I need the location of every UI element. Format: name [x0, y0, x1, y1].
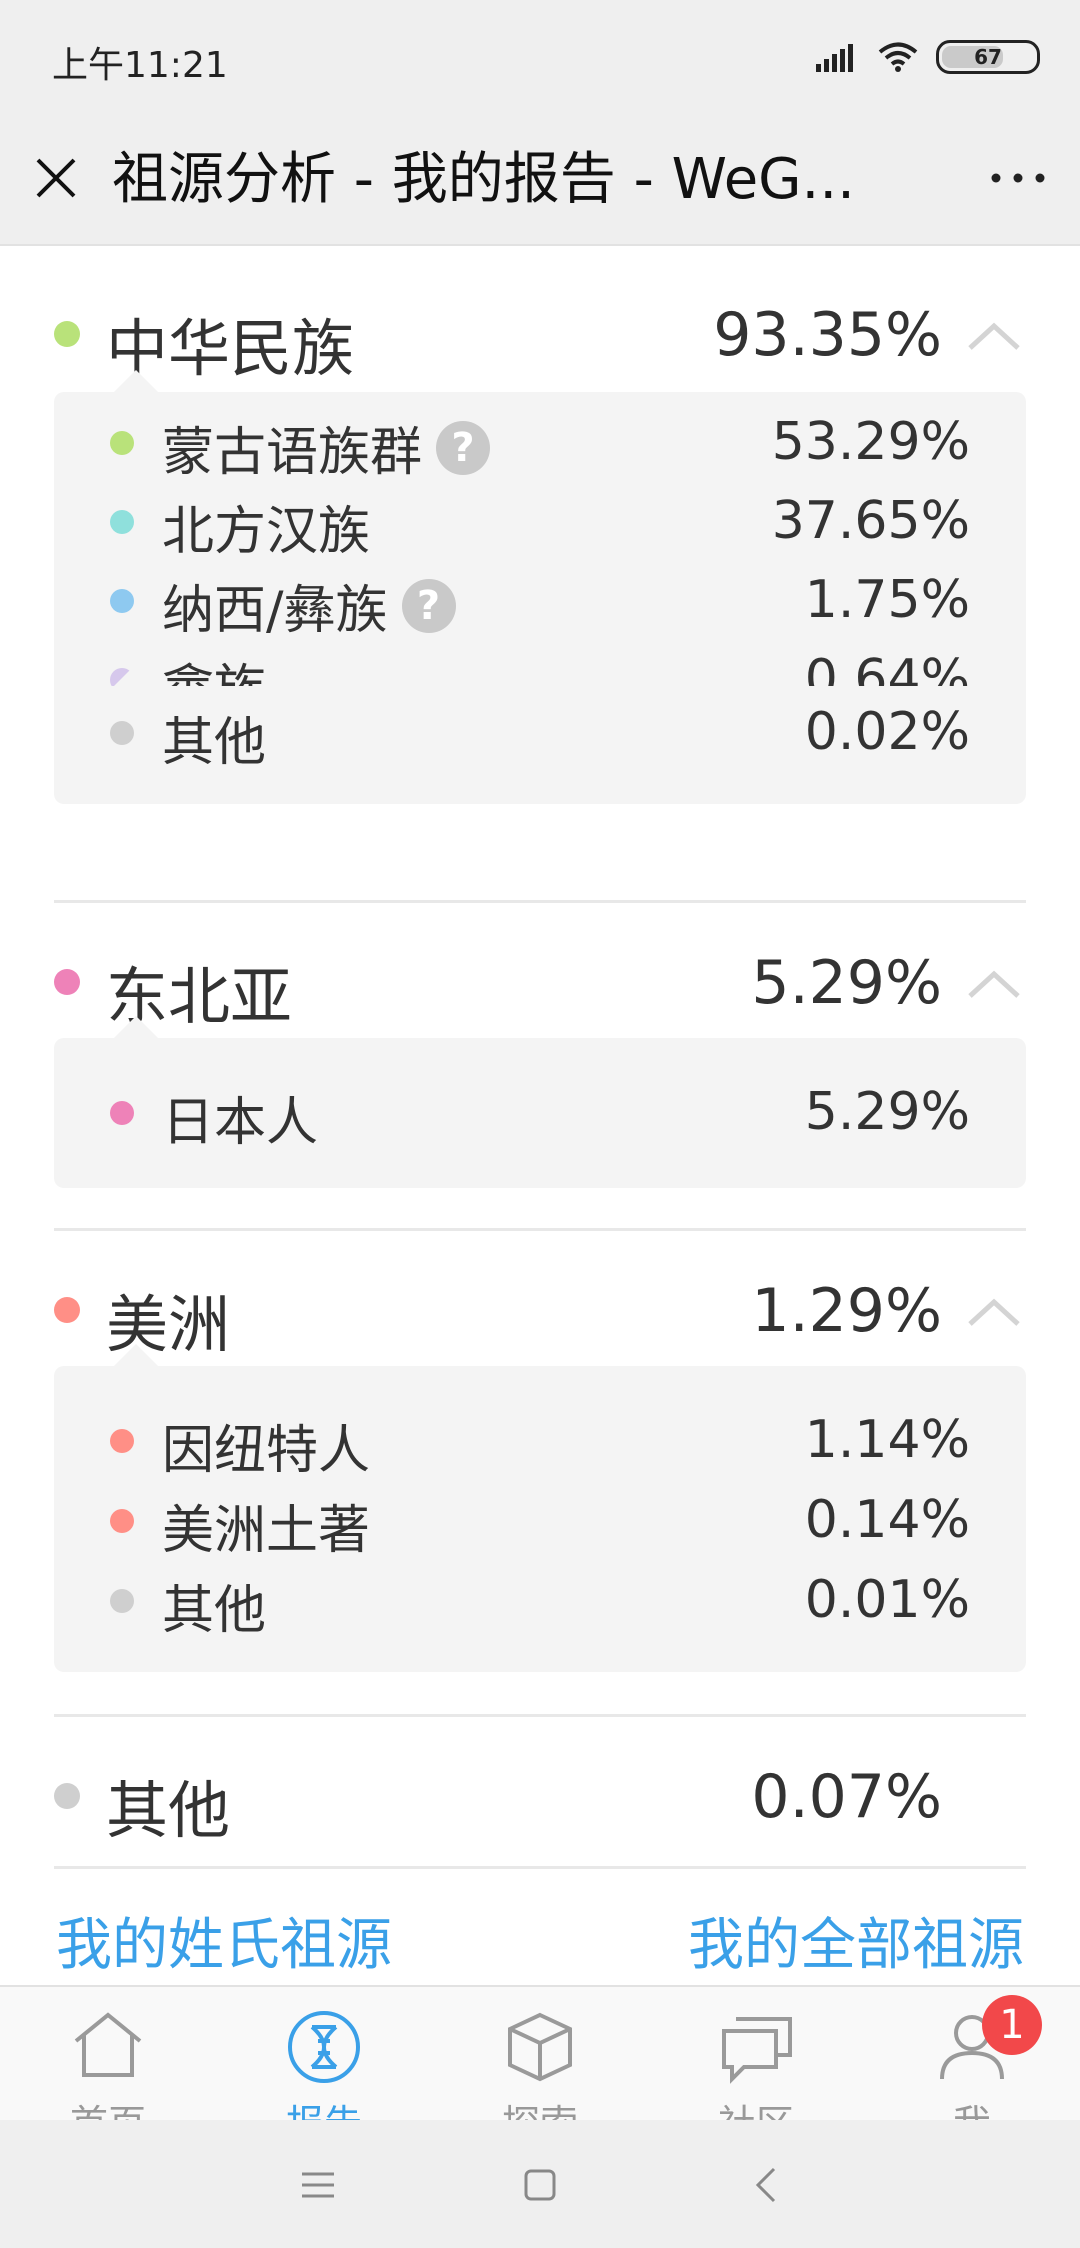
item-color-dot: [110, 589, 134, 613]
group-details-americas: 因纽特人 1.14% 美洲土著 0.14% 其他 0.01%: [54, 1344, 1026, 1672]
item-color-dot: [110, 721, 134, 745]
item-name: 因纽特人: [162, 1421, 371, 1481]
tab-community[interactable]: 社区: [648, 1987, 864, 2122]
bottom-nav: 首页 报告 探索 社区 1 我: [0, 1985, 1080, 2122]
item-name: 其他: [162, 1581, 267, 1641]
cube-icon: [508, 2012, 572, 2082]
group-percent: 5.29%: [751, 948, 942, 1018]
chevron-up-icon[interactable]: [966, 1296, 1022, 1328]
menu-icon: [302, 2172, 334, 2198]
list-item: 美洲土著 0.14%: [54, 1480, 1026, 1561]
divider: [54, 1714, 1026, 1717]
status-bar: 上午11:21 67: [0, 0, 1080, 118]
tab-label: 首页: [0, 2093, 216, 2122]
group-percent: 1.29%: [751, 1276, 942, 1346]
system-nav-bar: [0, 2120, 1080, 2248]
item-percent: 1.75%: [804, 570, 970, 630]
signal-icon: [816, 44, 853, 72]
item-name: 蒙古语族群: [162, 423, 423, 483]
item-name: 北方汉族: [162, 502, 371, 562]
home-button[interactable]: [510, 2160, 570, 2210]
home-icon: [74, 2012, 142, 2077]
more-options-button[interactable]: [982, 148, 1054, 208]
item-color-dot: [110, 1101, 134, 1125]
close-button[interactable]: [28, 150, 84, 206]
notification-badge: 1: [982, 1995, 1042, 2055]
battery-indicator: 67: [936, 40, 1040, 74]
group-color-dot: [54, 1297, 80, 1323]
square-icon: [524, 2169, 556, 2201]
close-icon: [36, 158, 76, 198]
status-time: 上午11:21: [52, 45, 228, 86]
group-color-dot: [54, 321, 80, 347]
help-icon[interactable]: ?: [401, 578, 456, 633]
item-name: 日本人: [162, 1093, 319, 1153]
ancestry-links: 我的姓氏祖源 我的全部祖源: [0, 1900, 1080, 1980]
divider: [54, 1228, 1026, 1231]
surname-ancestry-link[interactable]: 我的姓氏祖源: [56, 1900, 392, 1981]
item-name: 其他: [162, 713, 267, 773]
item-name: 美洲土著: [162, 1501, 371, 1561]
status-icons: 67: [816, 40, 1040, 74]
group-name: 其他: [106, 1774, 231, 1847]
chat-icon: [722, 2017, 792, 2084]
dna-icon: [288, 2011, 360, 2083]
back-icon: [755, 2167, 776, 2203]
group-header-americas[interactable]: 美洲 1.29%: [0, 1260, 1080, 1361]
item-name: 纳西/彝族: [162, 581, 388, 641]
group-details-northeast-asia: 日本人 5.29%: [54, 1016, 1026, 1188]
group-header-northeast-asia[interactable]: 东北亚 5.29%: [0, 932, 1080, 1033]
battery-level: 67: [974, 45, 1002, 69]
back-button[interactable]: [736, 2160, 796, 2210]
group-details-chinese: 蒙古语族群? 53.29% 北方汉族 37.65% 纳西/彝族? 1.75% 畲…: [54, 370, 1026, 720]
list-item: 纳西/彝族? 1.75%: [54, 560, 1026, 641]
chevron-up-icon[interactable]: [966, 320, 1022, 352]
item-percent: 0.01%: [804, 1570, 970, 1630]
title-bar: 祖源分析 - 我的报告 - WeG...: [0, 118, 1080, 246]
tab-home[interactable]: 首页: [0, 1987, 216, 2122]
item-color-dot: [110, 1589, 134, 1613]
more-icon: [991, 173, 1045, 183]
list-item: 蒙古语族群? 53.29%: [54, 402, 1026, 483]
list-item: 因纽特人 1.14%: [54, 1400, 1026, 1481]
group-percent: 93.35%: [713, 300, 942, 370]
divider: [54, 900, 1026, 903]
item-percent: 1.14%: [804, 1410, 970, 1470]
group-details-chinese-cont: 其他 0.02%: [54, 664, 1026, 804]
divider: [54, 1866, 1026, 1869]
item-percent: 37.65%: [771, 491, 970, 551]
group-percent: 0.07%: [751, 1762, 942, 1832]
list-item: 北方汉族 37.65%: [54, 481, 1026, 562]
tab-label: 我: [864, 2093, 1080, 2122]
tab-label: 探索: [432, 2093, 648, 2122]
tab-explore[interactable]: 探索: [432, 1987, 648, 2122]
wifi-icon: [878, 42, 918, 72]
item-percent: 53.29%: [771, 412, 970, 472]
tab-me[interactable]: 1 我: [864, 1987, 1080, 2122]
group-header-other: 其他 0.07%: [0, 1746, 1080, 1847]
page-title: 祖源分析 - 我的报告 - WeG...: [112, 147, 855, 212]
chevron-up-icon[interactable]: [966, 968, 1022, 1000]
item-color-dot: [110, 431, 134, 455]
tab-label: 报告: [216, 2093, 432, 2122]
tab-label: 社区: [648, 2093, 864, 2122]
item-color-dot: [110, 1429, 134, 1453]
item-percent: 5.29%: [804, 1082, 970, 1142]
help-icon[interactable]: ?: [436, 420, 491, 475]
group-color-dot: [54, 969, 80, 995]
item-color-dot: [110, 510, 134, 534]
list-item: 其他 0.01%: [54, 1560, 1026, 1641]
group-header-chinese[interactable]: 中华民族 93.35%: [0, 284, 1080, 385]
group-color-dot: [54, 1783, 80, 1809]
item-percent: 0.14%: [804, 1490, 970, 1550]
list-item: 日本人 5.29%: [54, 1072, 1026, 1153]
tab-report[interactable]: 报告: [216, 1987, 432, 2122]
item-color-dot: [110, 1509, 134, 1533]
list-item: 其他 0.02%: [54, 692, 1026, 773]
item-percent: 0.02%: [804, 702, 970, 762]
all-ancestry-link[interactable]: 我的全部祖源: [688, 1900, 1024, 1981]
recents-button[interactable]: [288, 2160, 348, 2210]
